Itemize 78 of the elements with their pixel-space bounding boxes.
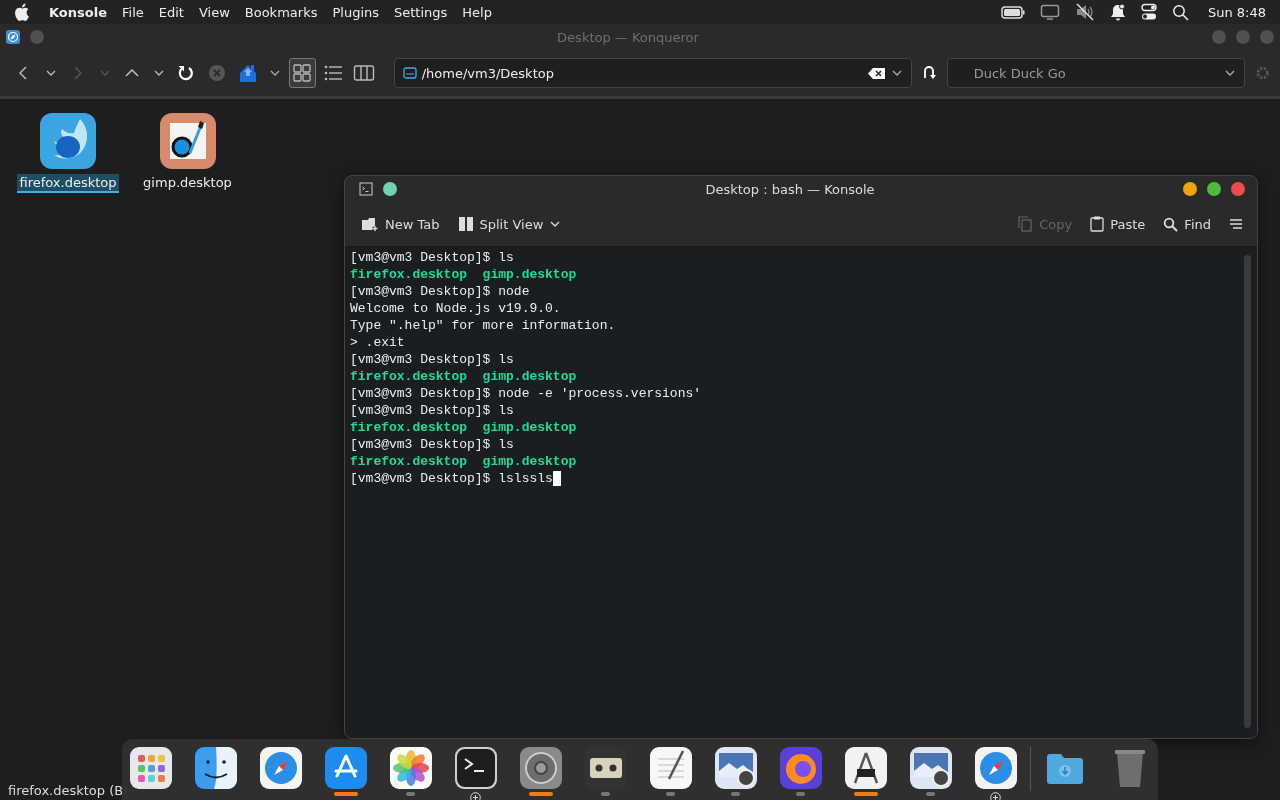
icon-view-button[interactable] <box>288 58 316 88</box>
app-menu[interactable]: Konsole <box>49 4 107 20</box>
file-listing: firefox.desktop gimp.desktop <box>350 266 577 283</box>
launchpad-icon[interactable] <box>129 747 172 789</box>
menu-item[interactable]: Help <box>462 4 492 20</box>
file-name[interactable]: gimp.desktop <box>141 174 234 191</box>
command-line: [vm3@vm3 Desktop]$ node <box>350 283 530 300</box>
battery-icon[interactable] <box>1000 5 1025 19</box>
command-line: [vm3@vm3 Desktop]$ ls <box>350 402 514 419</box>
chevron-left-icon <box>19 66 28 80</box>
menu-item[interactable]: File <box>122 4 144 20</box>
compass-icon[interactable] <box>259 747 302 789</box>
grid-icon <box>292 63 313 83</box>
scrollbar[interactable] <box>1244 255 1251 728</box>
drive-icon <box>402 67 417 79</box>
split-view-button[interactable]: Split View <box>451 212 568 236</box>
toggles-icon[interactable] <box>1140 3 1157 21</box>
maximize-button[interactable] <box>1207 182 1221 196</box>
photo-viewer-icon[interactable] <box>714 747 757 789</box>
search-icon[interactable] <box>1171 3 1189 21</box>
notepad-icon[interactable] <box>649 747 692 789</box>
menu-item[interactable]: Bookmarks <box>244 4 318 20</box>
finder-icon[interactable] <box>194 747 237 789</box>
command-line: [vm3@vm3 Desktop]$ node -e 'process.versions' <box>350 385 702 402</box>
menu-item[interactable]: Settings <box>394 4 448 20</box>
output-line: > .exit <box>350 334 405 351</box>
command-line: [vm3@vm3 Desktop]$ lslssls <box>350 470 553 487</box>
clock[interactable]: Sun 8:48 <box>1207 4 1266 20</box>
stop-icon <box>207 63 228 83</box>
monitor-icon[interactable] <box>1039 4 1060 20</box>
file-listing: firefox.desktop gimp.desktop <box>350 453 577 470</box>
chevron-up-icon <box>124 69 139 77</box>
chevron-right-icon <box>73 66 82 80</box>
compass-icon <box>6 30 20 44</box>
terminal-icon[interactable] <box>454 747 497 789</box>
find-button[interactable]: Find <box>1157 212 1217 236</box>
compass-icon[interactable] <box>974 747 1017 789</box>
bell-icon[interactable] <box>1109 3 1126 21</box>
menu-icon <box>1229 218 1243 230</box>
close-button[interactable] <box>1231 182 1245 196</box>
search-field[interactable]: Duck Duck Go <box>946 58 1245 88</box>
command-line: [vm3@vm3 Desktop]$ ls <box>350 249 514 266</box>
menu-item[interactable]: View <box>198 4 230 20</box>
menu-item[interactable]: Plugins <box>332 4 379 20</box>
menu-item[interactable]: Edit <box>158 4 184 20</box>
fox-icon[interactable] <box>779 747 822 789</box>
apple-icon[interactable] <box>14 2 32 22</box>
terminal-icon <box>359 182 373 196</box>
pin-button[interactable] <box>383 182 397 196</box>
file-name[interactable]: firefox.desktop <box>17 174 119 193</box>
new-tab-button[interactable]: New Tab <box>355 212 446 236</box>
list-icon <box>323 63 344 83</box>
columns-icon <box>353 63 376 83</box>
flower-icon[interactable] <box>389 747 432 789</box>
split-panes-icon <box>457 216 474 232</box>
compass-tool-icon[interactable] <box>844 747 887 789</box>
window-title: Desktop — Konqueror <box>556 29 700 45</box>
minimize-button[interactable] <box>1183 182 1197 196</box>
paste-button[interactable]: Paste <box>1084 212 1152 236</box>
muted-speaker-icon[interactable] <box>1074 3 1095 21</box>
app-store-icon[interactable] <box>324 747 367 789</box>
command-line: [vm3@vm3 Desktop]$ ls <box>350 351 514 368</box>
location-text: /home/vm3/Desktop <box>421 65 555 81</box>
location-field[interactable]: /home/vm3/Desktop <box>393 58 912 88</box>
copy-icon <box>1017 216 1034 232</box>
folder-plus-icon <box>361 216 379 232</box>
window-title: Desktop : bash — Konsole <box>704 181 876 197</box>
photo-viewer-icon[interactable] <box>909 747 952 789</box>
bird-icon[interactable] <box>40 113 96 169</box>
paint-icon[interactable] <box>159 113 216 169</box>
output-line: Type ".help" for more information. <box>350 317 616 334</box>
file-listing: firefox.desktop gimp.desktop <box>350 368 577 385</box>
output-line: Welcome to Node.js v19.9.0. <box>350 300 561 317</box>
command-line: [vm3@vm3 Desktop]$ ls <box>350 436 514 453</box>
file-listing: firefox.desktop gimp.desktop <box>350 419 577 436</box>
clipboard-icon <box>1090 216 1105 232</box>
clear-icon[interactable] <box>867 66 886 80</box>
search-icon <box>1163 216 1179 232</box>
